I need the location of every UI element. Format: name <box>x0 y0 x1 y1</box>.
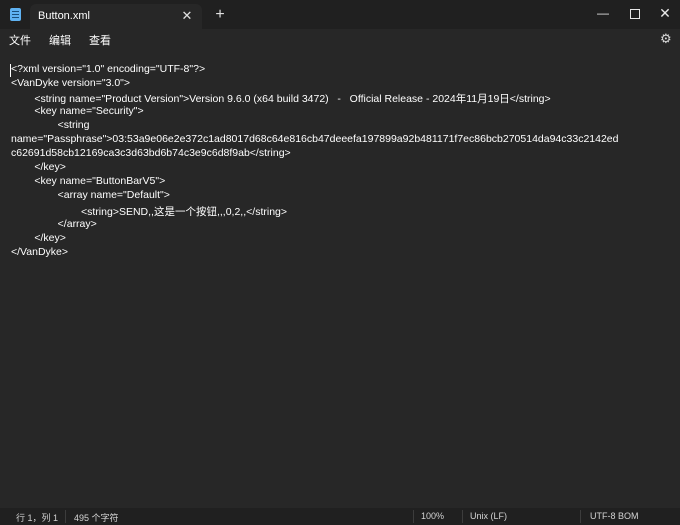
tab-title: Button.xml <box>38 10 90 22</box>
code-line: <string>SEND,,这是一个按钮,,,0,2,,</string> <box>11 206 287 218</box>
close-window-button[interactable]: ✕ <box>648 0 680 29</box>
character-count: 495 个字符 <box>74 513 119 523</box>
notepad-app-icon <box>10 8 21 21</box>
code-line: <key name="Security"> <box>11 105 144 117</box>
new-tab-button[interactable]: + <box>210 5 230 25</box>
code-line: <string name="Product Version">Version 9… <box>11 93 551 105</box>
code-line: c62691d58cb12169ca3c3d63bd6b74c3e9c6d8f9… <box>11 147 291 159</box>
code-line: </VanDyke> <box>11 246 69 258</box>
title-bar[interactable]: Button.xml ✕ + — ✕ <box>0 0 680 29</box>
status-divider <box>413 510 414 523</box>
file-encoding[interactable]: UTF-8 BOM <box>590 511 639 521</box>
status-bar: 行 1，列 1 495 个字符 100% Unix (LF) UTF-8 BOM <box>0 508 680 525</box>
text-editor[interactable]: <?xml version="1.0" encoding="UTF-8"?> <… <box>0 50 680 508</box>
code-line: <array name="Default"> <box>11 189 170 201</box>
menu-edit[interactable]: 编辑 <box>49 32 71 48</box>
tab-close-icon[interactable]: ✕ <box>178 7 196 25</box>
minimize-button[interactable]: — <box>586 0 620 29</box>
notepad-window: Button.xml ✕ + — ✕ 文件 编辑 查看 ⚙ <?xml vers… <box>0 0 680 525</box>
maximize-button[interactable] <box>618 0 652 29</box>
menu-file[interactable]: 文件 <box>9 32 31 48</box>
zoom-level[interactable]: 100% <box>421 511 444 521</box>
code-line: </key> <box>11 232 66 244</box>
status-divider <box>580 510 581 523</box>
code-line: </array> <box>11 218 97 230</box>
menu-bar: 文件 编辑 查看 ⚙ <box>0 29 680 50</box>
tab-button-xml[interactable]: Button.xml ✕ <box>30 4 202 29</box>
menu-view[interactable]: 查看 <box>89 32 111 48</box>
line-ending[interactable]: Unix (LF) <box>470 511 507 521</box>
code-line: </key> <box>11 161 66 173</box>
code-line: <key name="ButtonBarV5"> <box>11 175 166 187</box>
status-divider <box>65 510 66 523</box>
code-line: <string <box>11 119 90 131</box>
maximize-icon <box>630 8 640 19</box>
settings-gear-icon[interactable]: ⚙ <box>660 31 672 47</box>
status-divider <box>462 510 463 523</box>
code-line: <?xml version="1.0" encoding="UTF-8"?> <box>11 63 206 75</box>
code-line: <VanDyke version="3.0"> <box>11 77 131 89</box>
code-line: name="Passphrase">03:53a9e06e2e372c1ad80… <box>11 133 619 145</box>
cursor-position[interactable]: 行 1，列 1 <box>16 511 58 524</box>
